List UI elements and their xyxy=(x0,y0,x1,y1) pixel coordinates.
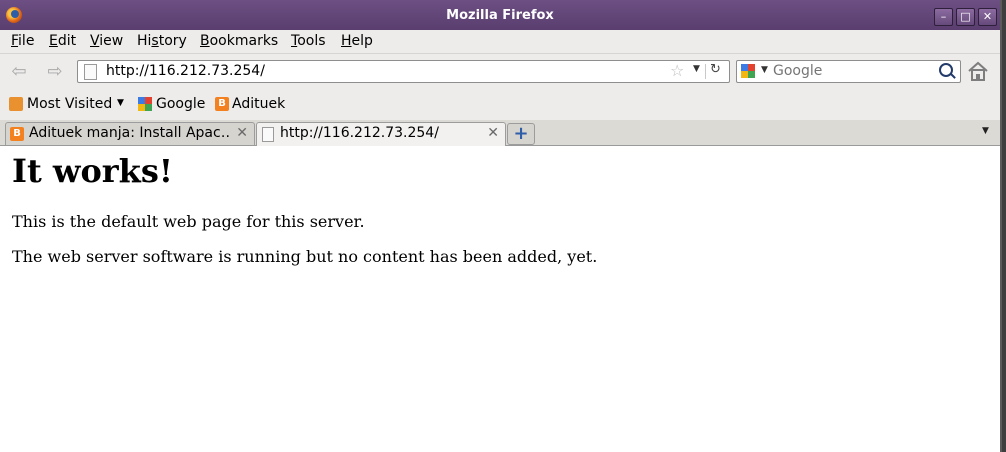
page-paragraph: The web server software is running but n… xyxy=(12,247,598,266)
menu-tools[interactable]: Tools xyxy=(291,33,326,49)
navigation-toolbar: ⇦ ⇨ http://116.212.73.254/ ☆ ▼ ↻ ▼ xyxy=(0,54,1000,90)
close-button[interactable]: ✕ xyxy=(978,8,997,26)
tab-current[interactable]: http://116.212.73.254/ ✕ xyxy=(256,122,506,146)
menu-bookmarks[interactable]: Bookmarks xyxy=(200,33,278,49)
new-tab-button[interactable]: + xyxy=(507,123,535,145)
page-paragraph: This is the default web page for this se… xyxy=(12,212,365,231)
rss-folder-icon xyxy=(9,97,23,111)
window-title: Mozilla Firefox xyxy=(446,8,554,23)
menu-view[interactable]: View xyxy=(90,33,123,49)
blogger-icon xyxy=(215,97,229,111)
menu-bar: File Edit View History Bookmarks Tools H… xyxy=(0,30,1000,54)
menu-help[interactable]: Help xyxy=(341,33,373,49)
page-icon xyxy=(262,127,274,142)
menu-edit[interactable]: Edit xyxy=(49,33,76,49)
back-button[interactable]: ⇦ xyxy=(7,61,31,83)
google-icon[interactable] xyxy=(741,64,755,78)
close-icon[interactable]: ✕ xyxy=(236,125,248,141)
page-heading: It works! xyxy=(12,152,173,190)
bookmark-most-visited[interactable]: Most Visited xyxy=(27,96,112,112)
forward-button[interactable]: ⇨ xyxy=(43,61,67,83)
tab-label: http://116.212.73.254/ xyxy=(280,125,439,141)
reload-icon[interactable]: ↻ xyxy=(710,62,721,77)
url-bar[interactable]: http://116.212.73.254/ ☆ ▼ ↻ xyxy=(77,60,730,83)
bookmark-star-icon[interactable]: ☆ xyxy=(670,61,684,80)
chevron-down-icon[interactable]: ▼ xyxy=(117,98,124,108)
home-icon[interactable] xyxy=(966,60,990,82)
search-icon[interactable] xyxy=(939,63,953,77)
close-icon[interactable]: ✕ xyxy=(487,125,499,141)
search-bar[interactable]: ▼ xyxy=(736,60,961,83)
url-text[interactable]: http://116.212.73.254/ xyxy=(106,63,265,79)
search-engine-dropdown-icon[interactable]: ▼ xyxy=(761,65,768,75)
title-bar: Mozilla Firefox – □ ✕ xyxy=(0,0,1000,30)
desktop-edge xyxy=(1000,0,1006,452)
menu-file[interactable]: File xyxy=(11,33,34,49)
tab-strip: Adituek manja: Install Apac… ✕ http://11… xyxy=(0,120,1000,146)
bookmark-google[interactable]: Google xyxy=(156,96,205,112)
search-input[interactable] xyxy=(773,62,933,80)
url-history-dropdown-icon[interactable]: ▼ xyxy=(693,64,700,74)
tab-adituek[interactable]: Adituek manja: Install Apac… ✕ xyxy=(5,122,255,145)
tab-label: Adituek manja: Install Apac… xyxy=(29,125,231,141)
bookmarks-toolbar: Most Visited ▼ Google Adituek xyxy=(0,90,1000,120)
minimize-button[interactable]: – xyxy=(934,8,953,26)
menu-history[interactable]: History xyxy=(137,33,187,49)
url-separator xyxy=(705,64,706,79)
maximize-button[interactable]: □ xyxy=(956,8,975,26)
blogger-icon xyxy=(10,127,24,141)
bookmark-adituek[interactable]: Adituek xyxy=(232,96,285,112)
google-icon xyxy=(138,97,152,111)
firefox-window: Mozilla Firefox – □ ✕ File Edit View His… xyxy=(0,0,1000,452)
page-icon xyxy=(84,64,97,80)
tab-list-dropdown-icon[interactable]: ▼ xyxy=(982,126,989,136)
page-content: It works! This is the default web page f… xyxy=(0,146,1000,452)
